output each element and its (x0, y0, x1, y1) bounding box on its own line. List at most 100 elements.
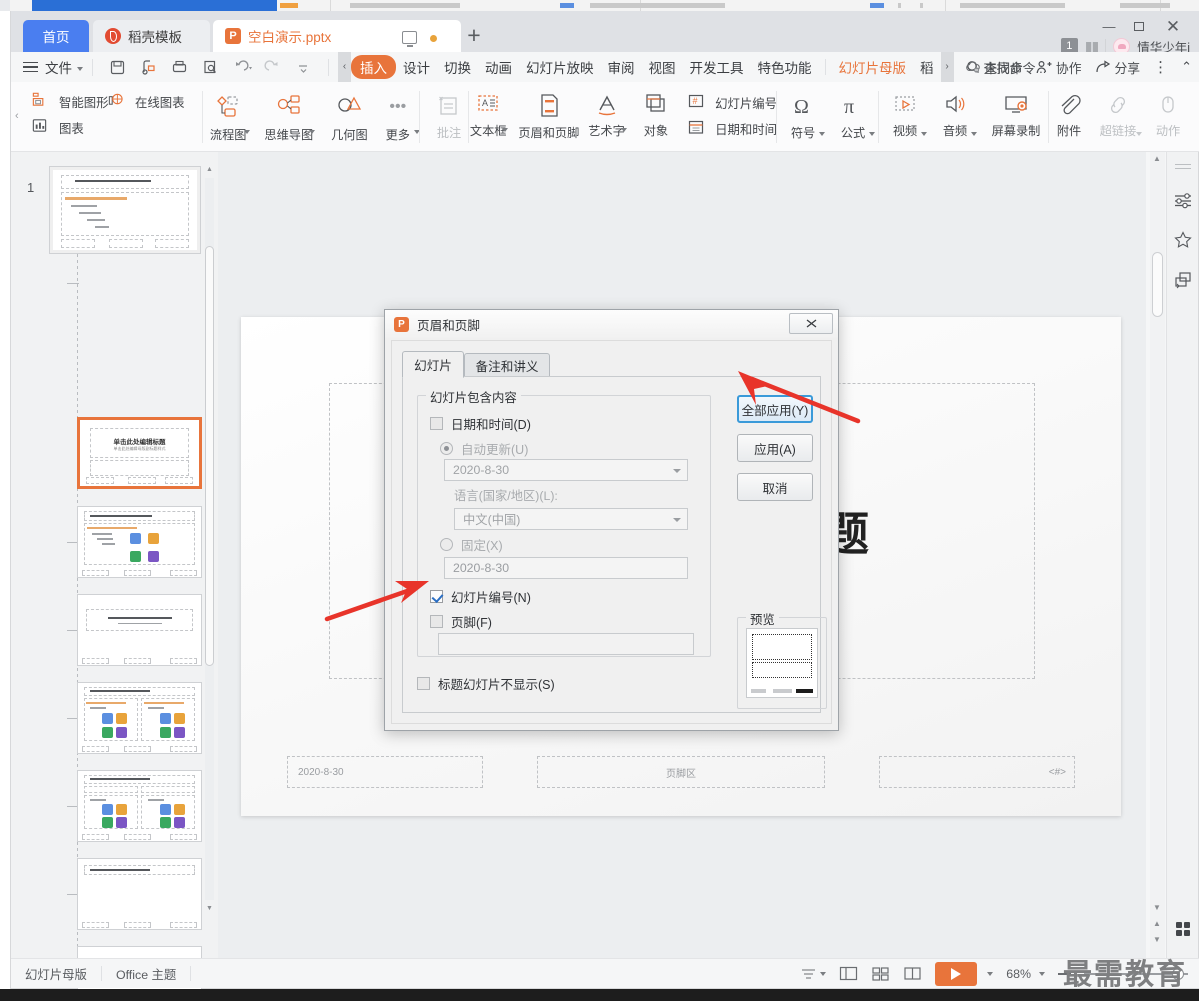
audio-button[interactable]: 音频 (935, 88, 975, 139)
outline-view-button[interactable] (800, 967, 827, 981)
object-button[interactable]: 对象 (637, 88, 675, 139)
customize-toolbar-icon[interactable] (295, 59, 312, 76)
dialog-tab-notes-handouts[interactable]: 备注和讲义 (464, 353, 550, 377)
scroll-down-arrow-icon[interactable]: ▼ (1153, 903, 1161, 912)
dialog-close-button[interactable] (789, 313, 833, 334)
auto-update-radio[interactable] (440, 442, 453, 455)
header-footer-dialog[interactable]: P 页眉和页脚 幻灯片 备注和讲义 幻灯片包含内容 日期和时间(D) 自动更新(… (384, 309, 839, 731)
slide-number-button[interactable]: # 幻灯片编号 (687, 90, 777, 116)
footer-center-placeholder[interactable]: 页脚区 (537, 756, 825, 788)
thumbnail-layout-comparison[interactable] (77, 770, 202, 842)
formula-button[interactable]: π 公式 (833, 88, 873, 141)
tab-home[interactable]: 首页 (23, 20, 89, 52)
share-button[interactable]: 分享 (1095, 58, 1140, 77)
ribbon-scroll-right[interactable]: › (940, 52, 954, 82)
action-button[interactable]: 动作 (1148, 88, 1188, 139)
title-slide-hide-row[interactable]: 标题幻灯片不显示(S) (417, 674, 555, 693)
slide-sorter-button[interactable] (871, 966, 890, 981)
footer-checkbox-row[interactable]: 页脚(F) (430, 612, 492, 631)
footer-text-input[interactable] (438, 633, 694, 655)
footer-number-placeholder[interactable]: <#> (879, 756, 1075, 788)
ribbon-tab-view[interactable]: 视图 (642, 57, 683, 77)
date-time-button[interactable]: 日期和时间 (687, 116, 777, 142)
online-chart-button[interactable]: 在线图表 (107, 89, 203, 115)
scroll-up-icon[interactable]: ▲ (206, 166, 213, 173)
close-button[interactable]: ✕ (1158, 17, 1188, 37)
more-diagrams-button[interactable]: ••• 更多 (378, 88, 418, 143)
print-preview-icon[interactable] (202, 59, 219, 76)
thumbnail-layout-two-content[interactable] (77, 682, 202, 754)
fixed-date-input[interactable]: 2020-8-30 (444, 557, 688, 579)
ribbon-tab-insert[interactable]: 插入 (351, 55, 396, 79)
title-slide-hide-checkbox[interactable] (417, 677, 430, 690)
selection-pane-icon[interactable] (1173, 270, 1193, 290)
flowchart-button[interactable]: 流程图 (208, 88, 248, 143)
normal-view-button[interactable] (839, 966, 858, 981)
thumbnail-layout-title-only[interactable] (77, 858, 202, 930)
ribbon-tab-review[interactable]: 审阅 (601, 57, 642, 77)
fixed-radio-row[interactable]: 固定(X) (440, 535, 503, 554)
slideshow-options-icon[interactable] (987, 971, 994, 976)
start-slideshow-button[interactable] (935, 961, 978, 986)
zoom-level-control[interactable]: 68% (1006, 967, 1045, 981)
ribbon-tab-design[interactable]: 设计 (396, 57, 437, 77)
footer-date-placeholder[interactable]: 2020-8-30 (287, 756, 483, 788)
ribbon-tab-developer[interactable]: 开发工具 (683, 57, 751, 77)
geometry-button[interactable]: 几何图 (329, 88, 369, 143)
next-slide-icon[interactable]: ▼ (1153, 935, 1161, 944)
footer-checkbox[interactable] (430, 615, 443, 628)
thumbnail-layout-content[interactable] (77, 506, 202, 578)
grid-view-icon[interactable] (1174, 920, 1192, 938)
date-time-checkbox-row[interactable]: 日期和时间(D) (430, 414, 531, 433)
reading-view-button[interactable] (903, 966, 922, 981)
format-settings-icon[interactable] (1173, 190, 1193, 210)
save-as-icon[interactable] (140, 59, 157, 76)
collapse-ribbon-icon[interactable]: ⌃ (1181, 59, 1192, 75)
apply-all-button[interactable]: 全部应用(Y) (737, 395, 813, 423)
canvas-vertical-scrollbar[interactable]: ▲ ▼ ▲ ▼ (1150, 152, 1165, 958)
undo-icon[interactable] (233, 59, 252, 76)
ribbon-tab-slide-master[interactable]: 幻灯片母版 (832, 57, 914, 77)
mindmap-button[interactable]: 思维导图 (264, 88, 313, 143)
collaborate-button[interactable]: 协作 (1036, 58, 1082, 77)
scroll-down-icon[interactable]: ▼ (206, 905, 213, 912)
ribbon-tab-transition[interactable]: 切换 (437, 57, 478, 77)
dialog-titlebar[interactable]: P 页眉和页脚 (385, 310, 838, 338)
date-format-combo[interactable]: 2020-8-30 (444, 459, 688, 481)
date-time-checkbox[interactable] (430, 417, 443, 430)
thumbnail-master[interactable] (49, 166, 201, 254)
ribbon-tab-daoke[interactable]: 稻 (913, 57, 941, 77)
slide-number-checkbox[interactable] (430, 590, 443, 603)
sync-status[interactable]: 未同步 (965, 58, 1023, 77)
dialog-tab-slide[interactable]: 幻灯片 (402, 351, 464, 378)
screen-record-button[interactable]: 屏幕录制 (985, 88, 1047, 139)
header-footer-button[interactable]: 页眉和页脚 (518, 88, 579, 141)
language-combo[interactable]: 中文(中国) (454, 508, 688, 530)
ribbon-tab-animation[interactable]: 动画 (478, 57, 519, 77)
print-icon[interactable] (171, 59, 188, 76)
status-master-label[interactable]: 幻灯片母版 (11, 965, 101, 983)
apply-button[interactable]: 应用(A) (737, 434, 813, 462)
thumbnail-layout-title[interactable]: 单击此处编辑标题 单击此处编辑母版副标题样式 (77, 417, 202, 489)
minimize-button[interactable]: — (1094, 17, 1124, 37)
auto-update-radio-row[interactable]: 自动更新(U) (440, 439, 528, 458)
thumbnail-scrollbar-thumb[interactable] (205, 246, 214, 666)
status-theme-label[interactable]: Office 主题 (102, 965, 190, 983)
thumbnail-scrollbar[interactable]: ▲ ▼ (205, 166, 214, 912)
effects-star-icon[interactable] (1173, 230, 1193, 250)
more-options-icon[interactable]: ⋮ (1153, 58, 1168, 76)
video-button[interactable]: 视频 (885, 88, 925, 139)
canvas-scrollbar-thumb[interactable] (1152, 252, 1163, 317)
slide-thumbnail-pane[interactable]: 1 单击此处编辑标题 单击此处编辑母版副标题样式 ▲ ▼ (11, 152, 218, 1001)
new-tab-button[interactable]: + (463, 24, 485, 47)
scroll-up-arrow-icon[interactable]: ▲ (1153, 154, 1161, 163)
ribbon-left-scroll-icon[interactable]: ‹ (15, 110, 19, 122)
save-icon[interactable] (109, 59, 126, 76)
hamburger-icon[interactable] (23, 61, 38, 73)
attachment-button[interactable]: 附件 (1049, 88, 1089, 139)
fixed-radio[interactable] (440, 538, 453, 551)
tab-document[interactable]: P 空白演示.pptx (213, 20, 461, 52)
present-monitor-icon[interactable] (402, 31, 417, 47)
symbol-button[interactable]: Ω 符号 (783, 88, 823, 141)
hyperlink-button[interactable]: 超链接 (1095, 88, 1141, 139)
